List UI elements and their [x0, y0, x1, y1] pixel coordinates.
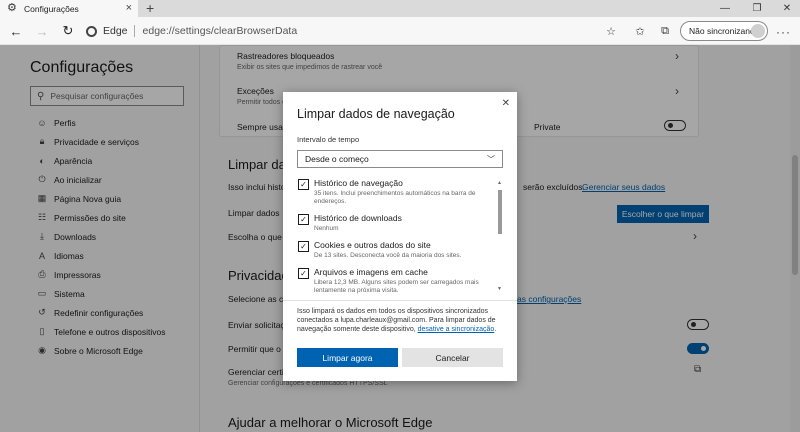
- checkbox-checked-icon[interactable]: ✓: [298, 214, 309, 225]
- item-title: Histórico de navegação: [314, 178, 403, 188]
- site-label: Edge: [103, 25, 128, 37]
- address-bar[interactable]: Edge edge://settings/clearBrowserData: [86, 21, 626, 41]
- profile-sync-button[interactable]: Não sincronizando: [680, 21, 768, 41]
- checkbox-checked-icon[interactable]: ✓: [298, 268, 309, 279]
- back-button[interactable]: ←: [8, 23, 24, 39]
- sync-info-text: Isso limpará os dados em todos os dispos…: [297, 307, 505, 334]
- navigation-bar: ← → ↻ Edge edge://settings/clearBrowserD…: [0, 17, 800, 45]
- gear-icon: ⚙: [7, 2, 17, 14]
- chevron-down-icon: ﹀: [487, 155, 495, 164]
- more-options-icon[interactable]: ···: [776, 25, 791, 39]
- turn-off-sync-link[interactable]: desative a sincronização: [418, 326, 495, 333]
- forward-button[interactable]: →: [34, 23, 50, 39]
- dialog-title: Limpar dados de navegação: [297, 107, 455, 121]
- item-description: De 13 sites. Desconecta você da maioria …: [314, 252, 462, 259]
- list-item[interactable]: ✓ Cookies e outros dados do site De 13 s…: [297, 240, 503, 260]
- checkbox-checked-icon[interactable]: ✓: [298, 179, 309, 190]
- tab-strip: ⚙ Configurações × + — ❐ ✕: [0, 0, 800, 17]
- favorites-icon[interactable]: ✩: [633, 24, 647, 38]
- time-range-value: Desde o começo: [305, 154, 369, 164]
- sync-info-period: .: [494, 326, 497, 333]
- collections-icon[interactable]: ⧉: [658, 24, 672, 38]
- new-tab-button[interactable]: +: [146, 1, 154, 15]
- item-description: 35 itens. Inclui preenchimentos automáti…: [314, 190, 476, 205]
- time-range-select[interactable]: Desde o começo ﹀: [297, 150, 503, 168]
- list-item[interactable]: ✓ Histórico de navegação 35 itens. Inclu…: [297, 178, 503, 206]
- data-types-list: ✓ Histórico de navegação 35 itens. Inclu…: [297, 178, 503, 296]
- checkbox-checked-icon[interactable]: ✓: [298, 241, 309, 252]
- restore-button[interactable]: ❐: [742, 0, 772, 17]
- tab-title: Configurações: [24, 3, 79, 14]
- time-range-label: Intervalo de tempo: [297, 135, 360, 144]
- address-separator: [133, 25, 135, 37]
- tab-settings[interactable]: ⚙ Configurações ×: [0, 0, 138, 17]
- item-title: Cookies e outros dados do site: [314, 240, 431, 250]
- close-window-button[interactable]: ✕: [772, 0, 800, 17]
- item-title: Arquivos e imagens em cache: [314, 267, 428, 277]
- list-item[interactable]: ✓ Histórico de downloads Nenhum: [297, 213, 503, 233]
- clear-now-button[interactable]: Limpar agora: [297, 348, 398, 367]
- avatar: [751, 24, 765, 38]
- list-scrollbar[interactable]: ▲ ▼: [497, 180, 503, 292]
- scrollbar-thumb[interactable]: [498, 190, 502, 234]
- item-description: Libera 12,3 MB. Alguns sites podem ser c…: [314, 279, 479, 294]
- minimize-button[interactable]: —: [710, 0, 740, 17]
- close-icon[interactable]: ✕: [502, 98, 510, 109]
- close-tab-icon[interactable]: ×: [126, 2, 132, 14]
- scroll-up-icon[interactable]: ▲: [497, 180, 502, 186]
- favorite-star-icon[interactable]: ☆: [604, 24, 618, 38]
- dialog-divider: [283, 300, 517, 301]
- url-text[interactable]: edge://settings/clearBrowserData: [143, 25, 298, 37]
- scroll-down-icon[interactable]: ▼: [497, 286, 502, 292]
- list-item[interactable]: ✓ Arquivos e imagens em cache Libera 12,…: [297, 267, 503, 295]
- item-title: Histórico de downloads: [314, 213, 402, 223]
- sync-label: Não sincronizando: [689, 26, 760, 36]
- clear-browsing-data-dialog: Limpar dados de navegação ✕ Intervalo de…: [283, 92, 517, 381]
- cancel-button[interactable]: Cancelar: [402, 348, 503, 367]
- item-description: Nenhum: [314, 225, 339, 232]
- edge-icon: [86, 25, 97, 37]
- refresh-button[interactable]: ↻: [60, 23, 76, 39]
